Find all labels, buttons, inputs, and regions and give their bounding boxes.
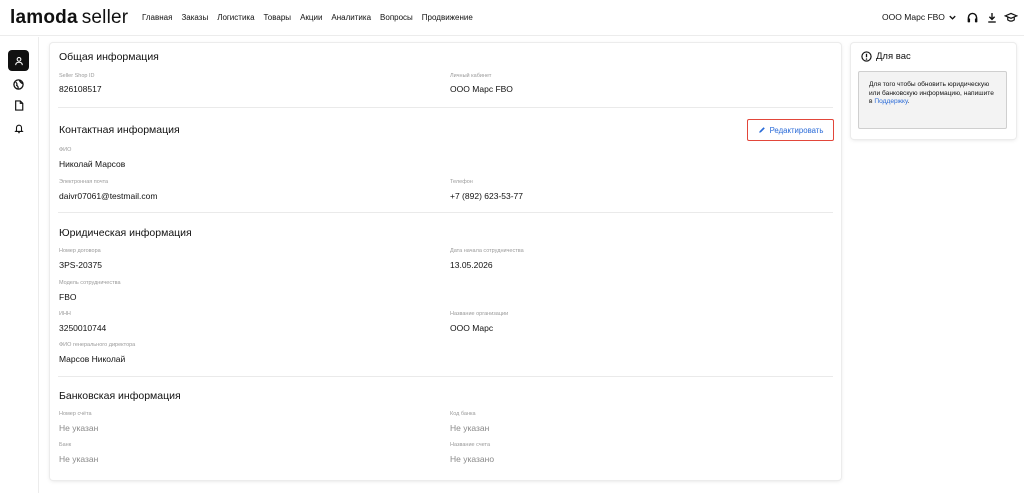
for-you-message: Для того чтобы обновить юридическую или … xyxy=(858,71,1007,129)
nav-item-products[interactable]: Товары xyxy=(264,13,292,22)
nav-item-questions[interactable]: Вопросы xyxy=(380,13,413,22)
nav-item-orders[interactable]: Заказы xyxy=(181,13,208,22)
contract-label: Номер договора xyxy=(59,248,101,254)
divider xyxy=(58,107,833,108)
shop-id-label: Seller Shop ID xyxy=(59,73,95,79)
org-value: ООО Марс xyxy=(450,323,494,333)
edit-contact-button[interactable]: Редактировать xyxy=(747,119,834,141)
inn-label: ИНН xyxy=(59,311,71,317)
account-name-label: Название счета xyxy=(450,442,491,448)
fio-label: ФИО xyxy=(59,147,72,153)
contract-value: ЗPS-20375 xyxy=(59,260,102,270)
nav-item-home[interactable]: Главная xyxy=(142,13,172,22)
director-value: Марсов Николай xyxy=(59,354,126,364)
org-label: Название организации xyxy=(450,311,509,317)
support-link[interactable]: Поддержку xyxy=(874,98,907,105)
account-name-value: Не указано xyxy=(450,454,495,464)
fio-value: Николай Марсов xyxy=(59,159,126,169)
rail-globe[interactable] xyxy=(8,74,29,95)
general-title: Общая информация xyxy=(59,51,159,63)
headset-icon[interactable] xyxy=(964,9,980,25)
account-number-value: Не указан xyxy=(59,423,99,433)
bank-code-label: Код банка xyxy=(450,411,476,417)
rail-documents[interactable] xyxy=(8,95,29,116)
cabinet-value: ООО Марс FBO xyxy=(450,84,513,94)
phone-value: +7 (892) 623-53-77 xyxy=(450,191,524,201)
legal-title: Юридическая информация xyxy=(59,227,192,239)
top-bar: lamoda seller Главная Заказы Логистика То… xyxy=(0,0,1024,36)
rail-profile[interactable] xyxy=(8,50,29,71)
email-value: daivr07061@testmail.com xyxy=(59,191,158,201)
start-date-label: Дата начала сотрудничества xyxy=(450,248,524,254)
contact-title: Контактная информация xyxy=(59,124,180,136)
logo-bold: lamoda xyxy=(10,7,78,28)
download-icon[interactable] xyxy=(984,9,1000,25)
bell-icon xyxy=(13,124,24,134)
shop-id-value: 826108517 xyxy=(59,84,102,94)
main-nav: Главная Заказы Логистика Товары Акции Ан… xyxy=(142,13,482,22)
nav-item-promos[interactable]: Акции xyxy=(300,13,322,22)
left-rail xyxy=(0,37,39,493)
nav-item-analytics[interactable]: Аналитика xyxy=(331,13,371,22)
model-label: Модель сотрудничества xyxy=(59,280,121,286)
rail-notifications[interactable] xyxy=(8,118,29,139)
logo-light: seller xyxy=(81,7,129,28)
user-icon xyxy=(14,56,23,65)
bank-label: Банк xyxy=(59,442,72,448)
bank-title: Банковская информация xyxy=(59,390,181,402)
bank-value: Не указан xyxy=(59,454,99,464)
nav-item-logistics[interactable]: Логистика xyxy=(217,13,254,22)
document-icon xyxy=(14,100,23,111)
director-label: ФИО генерального директора xyxy=(59,342,136,348)
model-value: FBO xyxy=(59,292,77,302)
start-date-value: 13.05.2026 xyxy=(450,260,493,270)
divider xyxy=(58,376,833,377)
globe-icon xyxy=(13,79,24,90)
account-name: ООО Марс FBO xyxy=(882,12,945,22)
info-icon xyxy=(861,51,872,62)
for-you-title: Для вас xyxy=(876,51,911,62)
cabinet-label: Личный кабинет xyxy=(450,73,492,79)
phone-label: Телефон xyxy=(450,179,473,185)
email-label: Электронная почта xyxy=(59,179,109,185)
for-you-tail: . xyxy=(907,98,910,106)
divider xyxy=(58,212,833,213)
graduation-cap-icon[interactable] xyxy=(1003,9,1019,25)
profile-card: Общая информация Seller Shop ID 82610851… xyxy=(50,43,841,480)
chevron-down-icon xyxy=(949,15,956,20)
account-number-label: Номер счёта xyxy=(59,411,92,417)
nav-item-promotion[interactable]: Продвижение xyxy=(422,13,473,22)
bank-code-value: Не указан xyxy=(450,423,490,433)
for-you-card: Для вас Для того чтобы обновить юридичес… xyxy=(851,43,1016,139)
logo[interactable]: lamoda seller xyxy=(10,7,128,29)
account-switcher[interactable]: ООО Марс FBO xyxy=(882,12,957,22)
pencil-icon xyxy=(758,127,765,133)
inn-value: 3250010744 xyxy=(59,323,107,333)
edit-contact-label: Редактировать xyxy=(769,125,824,135)
